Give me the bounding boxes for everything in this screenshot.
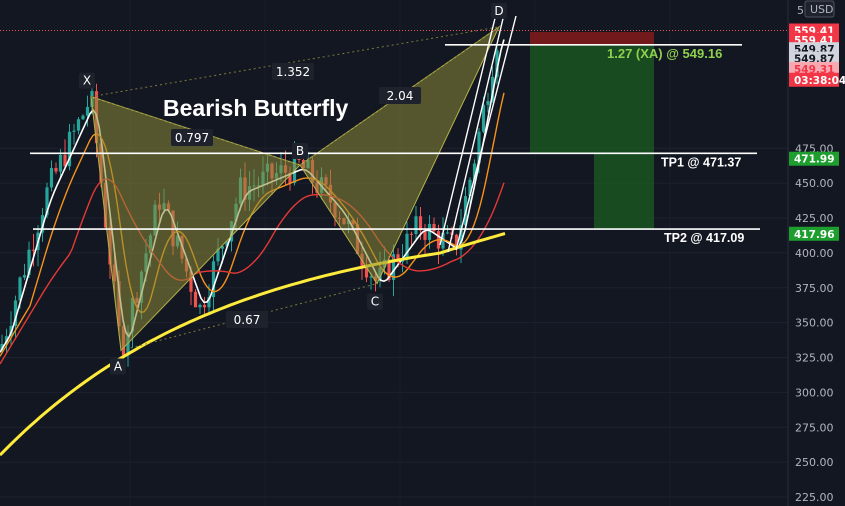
stop-zone [530, 32, 654, 45]
candle-body [432, 223, 436, 232]
axis-tick-label: 425.00 [795, 212, 834, 225]
candle-body [58, 154, 63, 172]
candle-body [445, 232, 450, 234]
ratio-label: 0.67 [234, 313, 261, 327]
axis-tick-label: 325.00 [795, 352, 834, 365]
price-chart[interactable]: 1.27 (XA) @ 549.16 TP1 @ 471.37 TP2 @ 417.… [0, 0, 845, 506]
reward-zone-tp2 [594, 153, 654, 230]
level-label-tp2: TP2 @ 417.09 [664, 231, 744, 245]
price-tag-text: 471.99 [794, 154, 835, 166]
price-tag-text: 417.96 [794, 229, 835, 241]
candle-body [81, 115, 85, 120]
chart-title: Bearish Butterfly [163, 95, 349, 121]
candle-body [202, 304, 207, 308]
candle-body [22, 275, 27, 278]
axis-tick-label: 450.00 [795, 177, 834, 190]
candle-body [414, 216, 418, 234]
candle-body [193, 291, 198, 308]
ratio-label: 2.04 [387, 89, 414, 103]
candle-body [54, 167, 58, 172]
axis-tick-label: 225.00 [795, 491, 834, 504]
reward-zone-tp1 [530, 44, 654, 154]
candle-body [409, 233, 414, 235]
price-tag-text: 03:38:04 [794, 75, 845, 87]
price-axis[interactable]: 5 USD 225.00 250.00 275.00 300.00 325.00 350.… [787, 0, 845, 506]
currency-label: USD [810, 3, 834, 16]
point-label-c: C [371, 295, 379, 309]
level-label-target: 1.27 (XA) @ 549.16 [607, 46, 722, 61]
point-label-x: X [83, 74, 91, 88]
axis-tick-label: 300.00 [795, 386, 834, 399]
candle-body [72, 130, 76, 132]
candle-body [31, 249, 36, 251]
axis-tick-label: 400.00 [795, 247, 834, 260]
candle-body [49, 167, 54, 188]
axis-tick-label: 375.00 [795, 282, 834, 295]
axis-tick-label: 250.00 [795, 456, 834, 469]
candle-body [486, 101, 490, 105]
point-label-b: B [296, 144, 304, 158]
candle-body [76, 119, 81, 131]
ratio-label: 0.797 [175, 131, 209, 145]
candle-body [405, 233, 409, 260]
level-label-tp1: TP1 @ 471.37 [661, 155, 741, 169]
candle-body [198, 304, 202, 308]
axis-tick-label: 275.00 [795, 421, 834, 434]
candle-body [85, 106, 90, 116]
axis-top-tick: 5 [797, 4, 804, 17]
point-label-a: A [114, 360, 123, 374]
point-label-d: D [494, 4, 503, 18]
ratio-label: 1.352 [276, 65, 310, 79]
axis-tick-label: 350.00 [795, 317, 834, 330]
